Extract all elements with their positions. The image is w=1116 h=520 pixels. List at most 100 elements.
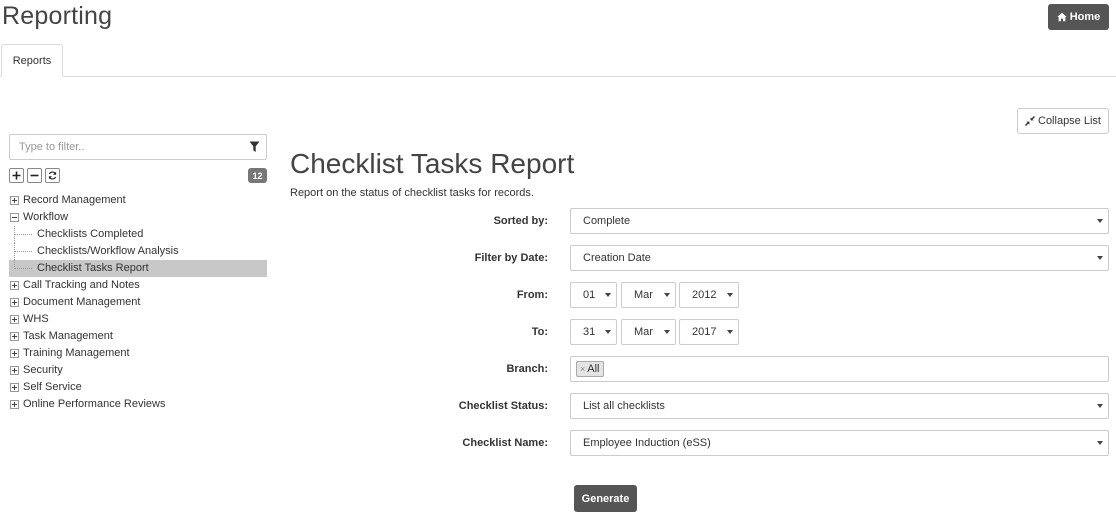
tree-item-label: Record Management [23,194,126,206]
expand-all-button[interactable] [9,168,24,183]
tree-item-security[interactable]: Security [9,362,267,379]
filter-by-date-select[interactable]: Creation Date [570,245,1109,271]
tree-item-checklists-workflow-analysis[interactable]: Checklists/Workflow Analysis [9,243,267,260]
expand-icon[interactable] [10,196,19,205]
sorted-by-label: Sorted by: [493,215,548,227]
tab-bar: Reports [0,44,1116,77]
from-day-value: 01 [583,289,596,301]
refresh-button[interactable] [45,168,60,183]
from-label: From: [516,289,548,301]
tree-connector [14,268,32,269]
collapse-all-button[interactable] [27,168,42,183]
tree-item-call-tracking[interactable]: Call Tracking and Notes [9,277,267,294]
chevron-down-icon [1097,404,1103,408]
chevron-down-icon [605,330,611,334]
tree-item-label: WHS [23,313,49,325]
from-month-select[interactable]: Mar [621,282,676,308]
to-day-value: 31 [583,326,596,338]
expand-icon[interactable] [10,315,19,324]
tree-item-label: Self Service [23,381,82,393]
expand-icon[interactable] [10,400,19,409]
to-year-value: 2017 [692,326,717,338]
expand-icon[interactable] [10,298,19,307]
tree-connector [14,234,32,235]
chevron-down-icon [664,293,670,297]
chevron-down-icon [1097,219,1103,223]
expand-icon[interactable] [10,349,19,358]
remove-tag-icon[interactable]: × [580,362,585,376]
collapse-icon[interactable] [10,213,19,222]
checklist-status-select[interactable]: List all checklists [570,393,1109,419]
sorted-by-select[interactable]: Complete [570,208,1109,234]
to-year-select[interactable]: 2017 [679,319,739,345]
to-day-select[interactable]: 31 [570,319,617,345]
from-year-select[interactable]: 2012 [679,282,739,308]
page-title: Reporting [2,2,113,30]
report-tree: Record Management Workflow Checklists Co… [9,192,267,413]
tree-toolbar [9,168,60,183]
tree-item-workflow[interactable]: Workflow [9,209,267,226]
branch-tag-label: All [587,363,600,375]
checklist-name-value: Employee Induction (eSS) [583,437,711,449]
tree-item-label: Training Management [23,347,130,359]
tree-item-label: Workflow [23,211,69,223]
collapse-list-label: Collapse List [1038,115,1101,127]
filter-by-date-label: Filter by Date: [474,252,548,264]
to-label: To: [531,326,548,338]
tree-filter-input[interactable] [10,135,240,159]
chevron-down-icon [1097,256,1103,260]
tree-item-document-management[interactable]: Document Management [9,294,267,311]
tree-item-task-management[interactable]: Task Management [9,328,267,345]
tab-reports[interactable]: Reports [1,44,63,77]
from-year-value: 2012 [692,289,717,301]
from-day-select[interactable]: 01 [570,282,617,308]
report-description: Report on the status of checklist tasks … [290,187,534,199]
tree-item-label: Checklist Tasks Report [37,262,149,274]
expand-icon[interactable] [10,383,19,392]
tree-item-checklists-completed[interactable]: Checklists Completed [9,226,267,243]
home-icon [1057,12,1067,22]
plus-icon [12,171,21,180]
tree-item-label: Checklists/Workflow Analysis [37,245,179,257]
home-button-label: Home [1069,11,1101,23]
report-title: Checklist Tasks Report [290,148,575,179]
branch-multiselect[interactable]: × All [570,356,1109,382]
home-button[interactable]: Home [1048,4,1109,30]
chevron-down-icon [605,293,611,297]
collapse-list-button[interactable]: Collapse List [1017,108,1109,134]
tree-item-label: Checklists Completed [37,228,144,240]
tree-filter [9,134,267,160]
tree-item-whs[interactable]: WHS [9,311,267,328]
tree-item-record-management[interactable]: Record Management [9,192,267,209]
expand-icon[interactable] [10,281,19,290]
tree-item-self-service[interactable]: Self Service [9,379,267,396]
tree-item-online-performance-reviews[interactable]: Online Performance Reviews [9,396,267,413]
tree-item-label: Online Performance Reviews [23,398,166,410]
sorted-by-value: Complete [583,215,631,227]
chevron-down-icon [727,330,733,334]
chevron-down-icon [1097,441,1103,445]
from-month-value: Mar [634,289,653,301]
tree-item-label: Document Management [23,296,141,308]
checklist-status-label: Checklist Status: [458,400,548,412]
to-month-select[interactable]: Mar [621,319,676,345]
refresh-icon [48,171,57,180]
tree-item-training-management[interactable]: Training Management [9,345,267,362]
checklist-name-label: Checklist Name: [462,437,548,449]
branch-label: Branch: [506,363,548,375]
tree-item-label: Task Management [23,330,113,342]
expand-icon[interactable] [10,366,19,375]
checklist-status-value: List all checklists [583,400,665,412]
filter-by-date-value: Creation Date [583,252,651,264]
generate-button[interactable]: Generate [574,485,637,512]
tab-reports-label: Reports [12,54,52,67]
expand-icon[interactable] [10,332,19,341]
branch-tag-all: × All [576,361,604,377]
checklist-name-select[interactable]: Employee Induction (eSS) [570,430,1109,456]
tree-connector [14,251,32,252]
to-month-value: Mar [634,326,653,338]
tree-item-label: Security [23,364,63,376]
chevron-down-icon [727,293,733,297]
filter-icon[interactable] [249,141,260,153]
tree-item-checklist-tasks-report[interactable]: Checklist Tasks Report [9,260,267,277]
